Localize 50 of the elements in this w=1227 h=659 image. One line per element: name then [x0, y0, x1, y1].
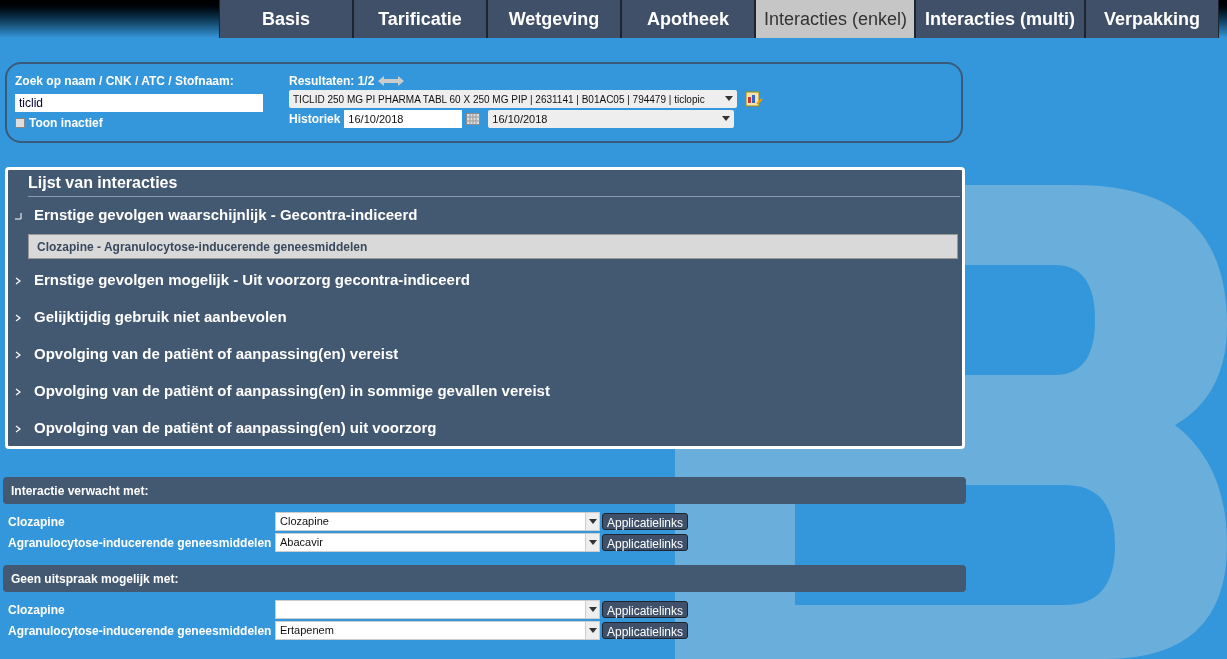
substance-select[interactable]: Clozapine	[275, 512, 600, 531]
substance-label: Clozapine	[7, 601, 66, 619]
caret-icon	[588, 606, 597, 613]
substance-label: Agranulocytose-inducerende geneesmiddelen	[7, 622, 273, 640]
substance-label: Agranulocytose-inducerende geneesmiddelen	[7, 534, 273, 552]
group-label[interactable]: Ernstige gevolgen waarschijnlijk - Gecontra-indiceerd	[34, 204, 418, 227]
interaction-item[interactable]: Clozapine - Agranulocytose-inducerende geneesmiddelen	[28, 234, 958, 259]
section-header: Interactie verwacht met:	[3, 477, 966, 504]
substance-label: Clozapine	[7, 513, 66, 531]
tab[interactable]: Interacties (multi)	[915, 0, 1085, 38]
tab[interactable]: Tarificatie	[353, 0, 487, 38]
caret-icon	[588, 627, 597, 634]
caret-icon	[588, 518, 597, 525]
collapse-icon[interactable]	[14, 211, 22, 220]
application-links-button[interactable]: Applicatielinks	[602, 601, 689, 618]
substance-select[interactable]: Ertapenem	[275, 621, 600, 640]
section-header: Geen uitspraak mogelijk met:	[3, 565, 966, 592]
result-select[interactable]: TICLID 250 MG PI PHARMA TABL 60 X 250 MG PIP | 2631141 | B01AC05 | 794479 | ticlopic	[289, 90, 737, 108]
tab[interactable]: Apotheek	[621, 0, 755, 38]
history-label: Historiek	[289, 111, 341, 128]
caret-icon	[588, 539, 597, 546]
expand-icon[interactable]	[14, 313, 22, 322]
report-icon[interactable]	[745, 90, 763, 108]
history-select[interactable]: 16/10/2018	[488, 110, 735, 128]
group-label[interactable]: Opvolging van de patiënt of aanpassing(en) vereist	[34, 343, 399, 366]
tab[interactable]: Basis	[219, 0, 353, 38]
application-links-button[interactable]: Applicatielinks	[602, 622, 689, 639]
group-label[interactable]: Opvolging van de patiënt of aanpassing(en) in sommige gevallen vereist	[34, 380, 550, 403]
expand-icon[interactable]	[14, 276, 22, 285]
caret-icon	[725, 96, 733, 102]
search-label: Zoek op naam / CNK / ATC / Stofnaam:	[15, 73, 235, 90]
expand-icon[interactable]	[14, 350, 22, 359]
tab[interactable]: Verpakking	[1085, 0, 1219, 38]
caret-icon	[722, 116, 731, 122]
substance-select[interactable]: Abacavir	[275, 533, 600, 552]
inactive-label: Toon inactief	[29, 115, 103, 132]
results-label: Resultaten: 1/2	[289, 73, 375, 90]
expand-icon[interactable]	[14, 424, 22, 433]
application-links-button[interactable]: Applicatielinks	[602, 513, 689, 530]
date-field[interactable]: 16/10/2018	[344, 110, 463, 128]
calendar-icon[interactable]	[466, 113, 481, 125]
panel-title: Lijst van interacties	[28, 170, 960, 197]
tab[interactable]: Wetgeving	[487, 0, 621, 38]
search-field[interactable]: ticlid	[15, 94, 263, 112]
group-label[interactable]: Ernstige gevolgen mogelijk - Uit voorzorg gecontra-indiceerd	[34, 269, 470, 292]
group-label[interactable]: Gelijktijdig gebruik niet aanbevolen	[34, 306, 287, 329]
expand-icon[interactable]	[14, 387, 22, 396]
tab[interactable]: Interacties (enkel)	[755, 0, 915, 38]
group-label[interactable]: Opvolging van de patiënt of aanpassing(en) uit voorzorg	[34, 417, 437, 440]
application-links-button[interactable]: Applicatielinks	[602, 534, 689, 551]
